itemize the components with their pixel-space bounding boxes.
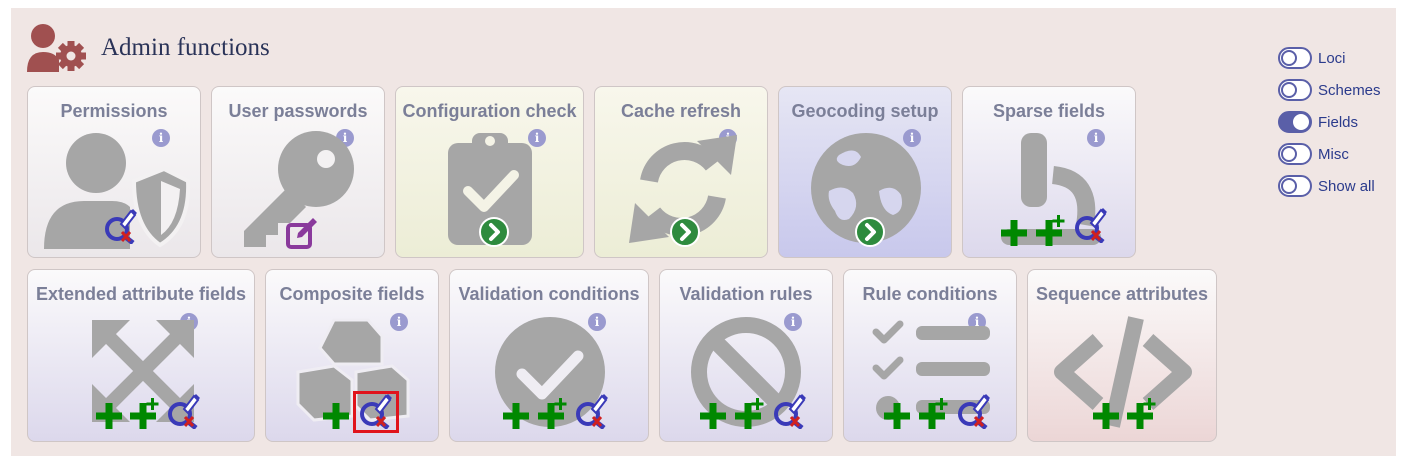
go-icon[interactable]	[855, 217, 885, 247]
page-title: Admin functions	[101, 34, 270, 61]
add-icon[interactable]	[699, 402, 727, 430]
toggle-label: Show all	[1318, 177, 1375, 195]
user-cog-icon	[27, 24, 86, 72]
tile-label: Sequence attributes	[1035, 284, 1209, 304]
tile-label: Geocoding setup	[791, 101, 939, 121]
batch-add-icon[interactable]	[918, 398, 950, 430]
tile-extended-attribute-fields[interactable]: Extended attribute fields i	[27, 269, 255, 442]
tile-label: Configuration check	[402, 101, 577, 121]
add-icon[interactable]	[502, 402, 530, 430]
query-icon[interactable]	[103, 208, 137, 244]
tile-validation-rules[interactable]: Validation rules i	[659, 269, 833, 442]
add-icon[interactable]	[95, 402, 123, 430]
batch-add-icon[interactable]	[1126, 398, 1158, 430]
batch-add-icon[interactable]	[734, 398, 766, 430]
tile-sparse-fields[interactable]: Sparse fields i	[962, 86, 1136, 258]
tile-label: Validation rules	[679, 284, 813, 304]
add-icon[interactable]	[1000, 219, 1028, 247]
add-icon[interactable]	[883, 402, 911, 430]
tile-geocoding-setup[interactable]: Geocoding setup i	[778, 86, 952, 258]
tile-label: Composite fields	[279, 284, 425, 304]
batch-add-icon[interactable]	[129, 398, 161, 430]
tile-label: Validation conditions	[458, 284, 640, 304]
tile-label: Sparse fields	[992, 101, 1106, 121]
toggle-label: Schemes	[1318, 81, 1381, 99]
code-icon	[1054, 316, 1192, 428]
page-header: Admin functions	[25, 22, 270, 74]
add-icon[interactable]	[1092, 402, 1120, 430]
toggle-fields[interactable]: Fields	[1278, 106, 1381, 138]
add-icon[interactable]	[322, 402, 350, 430]
tile-label: Permissions	[60, 101, 168, 121]
tile-configuration-check[interactable]: Configuration check i	[395, 86, 584, 258]
highlight-box	[353, 391, 399, 433]
toggle-loci[interactable]: Loci	[1278, 42, 1381, 74]
toggle-switch[interactable]	[1278, 143, 1312, 165]
tile-rule-conditions[interactable]: Rule conditions i	[843, 269, 1017, 442]
toggle-misc[interactable]: Misc	[1278, 138, 1381, 170]
tile-label: Extended attribute fields	[35, 284, 247, 304]
tile-validation-conditions[interactable]: Validation conditions i	[449, 269, 649, 442]
tile-label: Rule conditions	[862, 284, 998, 304]
go-icon[interactable]	[670, 217, 700, 247]
batch-add-icon[interactable]	[537, 398, 569, 430]
tile-label: User passwords	[228, 101, 368, 121]
go-icon[interactable]	[479, 217, 509, 247]
toggle-switch[interactable]	[1278, 111, 1312, 133]
toggle-label: Misc	[1318, 145, 1349, 163]
edit-icon[interactable]	[285, 216, 319, 250]
toggle-label: Fields	[1318, 113, 1359, 131]
tile-permissions[interactable]: Permissions i	[27, 86, 201, 258]
toggle-switch[interactable]	[1278, 79, 1312, 101]
toggle-show-all[interactable]: Show all	[1278, 170, 1381, 202]
query-icon[interactable]	[1073, 207, 1107, 243]
query-icon[interactable]	[956, 393, 990, 429]
tile-user-passwords[interactable]: User passwords i	[211, 86, 385, 258]
tile-cache-refresh[interactable]: Cache refresh i	[594, 86, 768, 258]
toggle-switch[interactable]	[1278, 47, 1312, 69]
tile-label: Cache refresh	[620, 101, 742, 121]
batch-add-icon[interactable]	[1035, 215, 1067, 247]
filter-toggles: Loci Schemes Fields Misc Show all	[1278, 42, 1381, 202]
query-icon[interactable]	[574, 393, 608, 429]
toggle-schemes[interactable]: Schemes	[1278, 74, 1381, 106]
query-icon[interactable]	[772, 393, 806, 429]
query-icon[interactable]	[166, 393, 200, 429]
toggle-switch[interactable]	[1278, 175, 1312, 197]
toggle-label: Loci	[1318, 49, 1346, 67]
tile-sequence-attributes[interactable]: Sequence attributes	[1027, 269, 1217, 442]
tile-composite-fields[interactable]: Composite fields i	[265, 269, 439, 442]
